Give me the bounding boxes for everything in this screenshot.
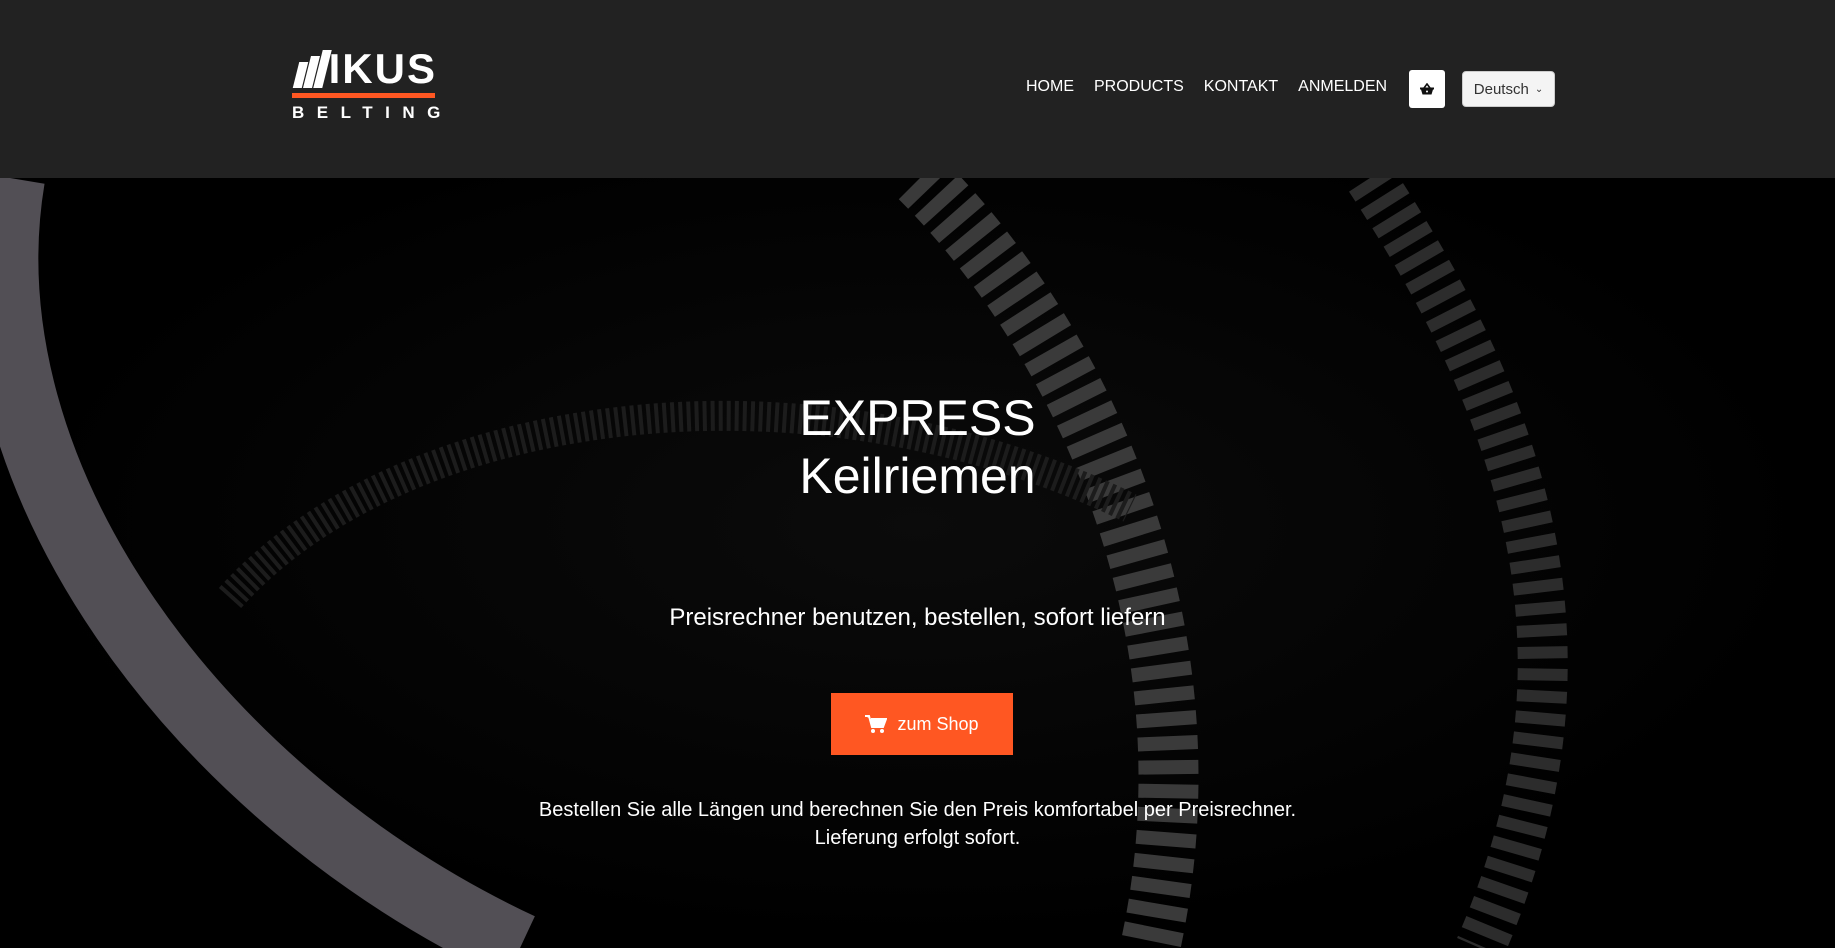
logo-bars-icon (292, 50, 332, 88)
language-value: Deutsch (1473, 80, 1529, 98)
hero-title-line1: EXPRESS (799, 390, 1036, 446)
language-select[interactable]: Deutsch ⌄ (1462, 71, 1555, 107)
shop-button-label: zum Shop (897, 713, 979, 734)
nav-products[interactable]: PRODUCTS (1094, 78, 1184, 96)
basket-icon (1420, 83, 1434, 95)
hero-description: Bestellen Sie alle Längen und berechnen … (0, 796, 1835, 852)
chevron-down-icon: ⌄ (1534, 83, 1544, 95)
cart-icon (865, 714, 888, 733)
nav-home[interactable]: HOME (1026, 78, 1074, 96)
description-line1: Bestellen Sie alle Längen und berechnen … (538, 799, 1297, 821)
hero-tagline: Preisrechner benutzen, bestellen, sofort… (669, 604, 1166, 631)
description-line2: Lieferung erfolgt sofort. (814, 827, 1021, 849)
hero-section: EXPRESS Keilriemen Preisrechner benutzen… (0, 178, 1835, 948)
nav-kontakt[interactable]: KONTAKT (1204, 78, 1278, 96)
hero-title-line2: Keilriemen (799, 448, 1036, 504)
shop-button[interactable]: zum Shop (831, 693, 1013, 755)
cart-button[interactable] (1409, 70, 1445, 108)
mikus-belting-logo[interactable]: IKUS BELTING (292, 48, 440, 122)
hero-title: EXPRESS Keilriemen (0, 389, 1835, 505)
nav-anmelden[interactable]: ANMELDEN (1298, 78, 1387, 96)
site-header: IKUS BELTING HOME PRODUCTS KONTAKT ANMEL… (0, 0, 1835, 178)
main-nav: HOME PRODUCTS KONTAKT ANMELDEN (1026, 78, 1387, 96)
